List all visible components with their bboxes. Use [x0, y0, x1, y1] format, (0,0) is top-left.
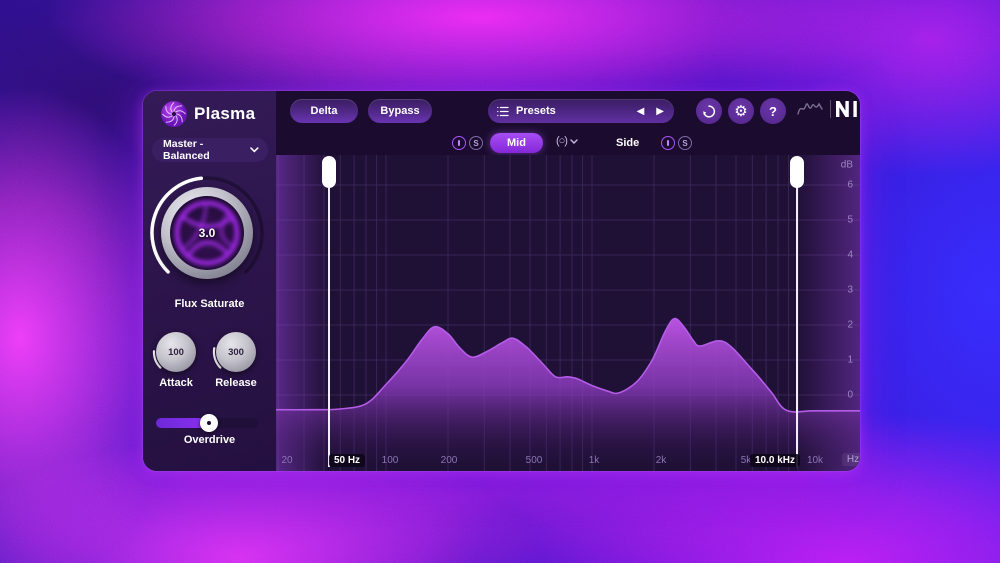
help-icon: ?	[769, 104, 777, 119]
preset-next-button[interactable]: ▶	[650, 106, 674, 117]
tab-mid[interactable]: Mid	[490, 133, 543, 153]
freq-tick-label: 100	[382, 455, 399, 466]
freq-tick-label: 500	[526, 455, 543, 466]
mid-side-tab-row: S Mid (○) Side S	[276, 133, 860, 153]
settings-button[interactable]: ⚙	[728, 98, 754, 124]
header-divider	[830, 100, 831, 118]
overdrive-label: Overdrive	[143, 434, 276, 446]
side-solo-button[interactable]: S	[678, 136, 692, 150]
bypass-button[interactable]: Bypass	[368, 99, 432, 123]
overdrive-slider-thumb[interactable]	[200, 414, 218, 432]
release-knob-value: 300	[228, 347, 244, 358]
flux-knob-label: Flux Saturate	[143, 298, 276, 310]
presets-bar[interactable]: Presets ◀ ▶	[488, 99, 674, 123]
chevron-down-icon	[570, 139, 578, 144]
overdrive-slider[interactable]	[156, 418, 258, 428]
flux-knob-value: 3.0	[161, 187, 253, 279]
presets-label: Presets	[516, 105, 631, 117]
undo-history-button[interactable]	[696, 98, 722, 124]
freq-tick-label: 10.0 kHz	[750, 454, 800, 467]
db-tick-label: 5	[847, 215, 853, 226]
freq-tick-label: Hz	[842, 453, 860, 466]
db-tick-label: 2	[847, 320, 853, 331]
db-tick-label: 4	[847, 250, 853, 261]
freq-tick-label: 1k	[589, 455, 600, 466]
db-tick-label: dB	[841, 160, 853, 171]
preset-prev-button[interactable]: ◀	[631, 106, 651, 117]
db-tick-label: 0	[847, 390, 853, 401]
release-knob[interactable]: 300	[216, 332, 256, 372]
mid-side-mode-selector[interactable]: (○)	[556, 135, 578, 147]
chevron-down-icon	[250, 147, 259, 153]
gear-icon: ⚙	[734, 104, 747, 119]
undo-icon	[702, 104, 716, 119]
db-tick-label: 3	[847, 285, 853, 296]
delta-button[interactable]: Delta	[290, 99, 358, 123]
help-button[interactable]: ?	[760, 98, 786, 124]
main-panel: Delta Bypass Presets ◀ ▶ ⚙ ?	[276, 91, 860, 471]
mid-solo-button[interactable]: S	[469, 136, 483, 150]
brand: Plasma	[160, 100, 255, 128]
side-bypass-toggle[interactable]	[661, 136, 675, 150]
freq-tick-label: 200	[441, 455, 458, 466]
mid-bypass-toggle[interactable]	[452, 136, 466, 150]
range-handle-low[interactable]	[322, 156, 336, 188]
attack-knob-value: 100	[168, 347, 184, 358]
attack-knob[interactable]: 100	[156, 332, 196, 372]
freq-tick-label: 2k	[656, 455, 667, 466]
tab-side[interactable]: Side	[610, 136, 645, 150]
db-tick-label: 6	[847, 180, 853, 191]
plugin-window: Plasma Master - Balanced	[143, 91, 860, 471]
db-tick-label: 1	[847, 355, 853, 366]
mid-side-mode-icon: (○)	[556, 135, 567, 147]
attack-knob-label: Attack	[146, 377, 206, 389]
mode-dropdown-value: Master - Balanced	[163, 138, 250, 162]
freq-tick-label: 10k	[807, 455, 823, 466]
ni-logo	[836, 101, 858, 117]
spectrum-analyzer: 2050 Hz1002005001k2k5k10.0 kHz10kHz dB65…	[276, 155, 860, 471]
mode-dropdown[interactable]: Master - Balanced	[152, 138, 268, 162]
izotope-scribble-logo	[795, 99, 825, 119]
plasma-logo-icon	[160, 100, 188, 128]
preset-list-icon	[497, 106, 509, 117]
freq-tick-label: 20	[281, 455, 292, 466]
release-knob-label: Release	[206, 377, 266, 389]
sidebar-panel: Plasma Master - Balanced	[143, 91, 276, 471]
spectrum-plot	[276, 155, 860, 471]
brand-name: Plasma	[194, 104, 255, 124]
freq-tick-label: 50 Hz	[329, 454, 365, 467]
flux-saturate-knob[interactable]: 3.0	[161, 187, 253, 279]
range-handle-high[interactable]	[790, 156, 804, 188]
